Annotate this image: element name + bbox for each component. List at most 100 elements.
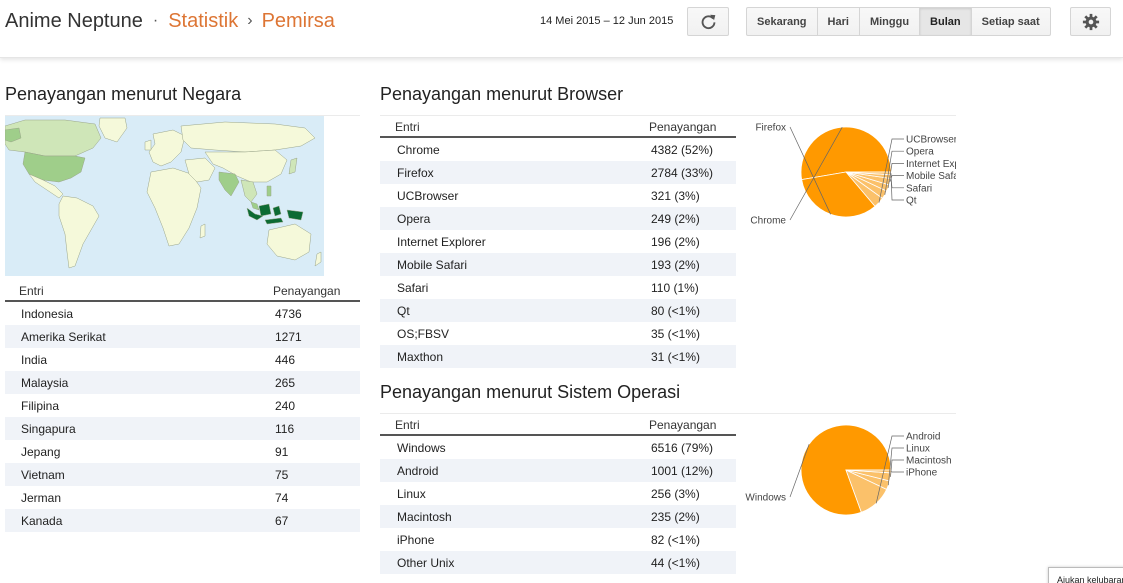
country-row-entry: Amerika Serikat (21, 330, 106, 344)
browser-pie-label: Opera (906, 147, 934, 158)
range-button-2[interactable]: Minggu (859, 7, 921, 36)
browser-row-views: 2784 (33%) (651, 166, 714, 180)
os-row-entry: Linux (397, 487, 426, 501)
browser-row-entry: Safari (397, 281, 429, 295)
browser-row-views: 249 (2%) (651, 212, 700, 226)
browser-table-row: Mobile Safari 193 (2%) (380, 253, 736, 276)
browser-section-title: Penayangan menurut Browser (380, 84, 624, 104)
country-row-views: 67 (275, 514, 289, 528)
country-row-views: 240 (275, 399, 296, 413)
country-row-views: 75 (275, 468, 289, 482)
country-col-views: Penayangan (273, 284, 341, 298)
browser-row-entry: Qt (397, 304, 410, 318)
os-col-entry: Entri (395, 418, 420, 432)
range-button-4[interactable]: Setiap saat (971, 7, 1051, 36)
os-row-views: 1001 (12%) (651, 464, 714, 478)
country-row-entry: Malaysia (21, 376, 69, 390)
browser-pie-label: Safari (906, 183, 932, 194)
country-row-views: 74 (275, 491, 289, 505)
blog-name-link[interactable]: Anime Neptune (5, 10, 143, 32)
os-row-views: 6516 (79%) (651, 441, 714, 455)
browser-table-header: Entri Penayangan (380, 116, 736, 138)
country-table-row: Kanada 67 (5, 509, 360, 532)
country-table-row: India 446 (5, 348, 360, 371)
browser-row-views: 110 (1%) (651, 281, 699, 295)
os-table-row: Macintosh 235 (2%) (380, 505, 736, 528)
browser-row-entry: Mobile Safari (397, 258, 468, 272)
browser-row-views: 4382 (52%) (651, 143, 714, 157)
country-table-row: Amerika Serikat 1271 (5, 325, 360, 348)
country-row-views: 4736 (275, 307, 302, 321)
breadcrumb-dot: · (152, 12, 159, 29)
range-button-0[interactable]: Sekarang (746, 7, 818, 36)
browser-row-entry: Firefox (397, 166, 434, 180)
country-row-views: 446 (275, 353, 296, 367)
browser-col-views: Penayangan (649, 120, 717, 134)
country-row-views: 116 (275, 422, 295, 436)
breadcrumb-chevron: › (247, 12, 253, 29)
browser-row-views: 80 (<1%) (651, 304, 701, 318)
breadcrumb-audience: Pemirsa (261, 10, 335, 32)
os-row-entry: Windows (397, 441, 446, 455)
country-row-entry: Kanada (21, 514, 63, 528)
browser-table-row: Firefox 2784 (33%) (380, 161, 736, 184)
country-table-row: Vietnam 75 (5, 463, 360, 486)
browser-row-entry: Opera (397, 212, 431, 226)
browser-row-views: 193 (2%) (651, 258, 700, 272)
os-pie-label: iPhone (906, 468, 938, 479)
browser-row-entry: Maxthon (397, 350, 444, 364)
browser-table-row: Chrome 4382 (52%) (380, 138, 736, 161)
range-button-3[interactable]: Bulan (920, 7, 972, 36)
country-row-views: 91 (275, 445, 289, 459)
refresh-button[interactable] (687, 7, 729, 36)
browser-table-row: OS;FBSV 35 (<1%) (380, 322, 736, 345)
browser-pie-label: Qt (906, 196, 917, 207)
country-row-entry: Singapura (21, 422, 76, 436)
browser-pie-label: Firefox (755, 123, 786, 134)
country-table-row: Singapura 116 (5, 417, 360, 440)
browser-table-row: UCBrowser 321 (3%) (380, 184, 736, 207)
os-pie-label: Windows (745, 493, 786, 504)
country-row-entry: Jerman (21, 491, 62, 505)
country-table-header: Entri Penayangan (5, 280, 360, 302)
os-table-header: Entri Penayangan (380, 414, 736, 436)
browser-table-row: Maxthon 31 (<1%) (380, 345, 736, 368)
os-pie-chart[interactable]: Windows AndroidLinuxMacintoshiPhone (736, 414, 956, 524)
country-table: Entri Penayangan Indonesia 4736 Amerika Se… (5, 280, 360, 532)
browser-pie-label: Chrome (750, 216, 786, 227)
browser-row-entry: UCBrowser (397, 189, 459, 203)
browser-row-views: 35 (<1%) (651, 327, 701, 341)
browser-pie-chart[interactable]: Chrome Firefox UCBrowserOperaInternet Expl… (736, 116, 956, 230)
range-button-1[interactable]: Hari (817, 7, 860, 36)
settings-button[interactable] (1070, 7, 1111, 36)
os-col-views: Penayangan (649, 418, 717, 432)
feedback-button[interactable]: Ajukan kelubaran (1048, 567, 1123, 583)
browser-row-entry: Chrome (397, 143, 440, 157)
os-pie-label: Linux (906, 444, 930, 455)
os-pie-label: Macintosh (906, 456, 952, 467)
os-pie-leader (890, 459, 904, 477)
os-pie-label: Android (906, 432, 940, 443)
country-row-entry: Indonesia (21, 307, 74, 321)
browser-row-views: 31 (<1%) (651, 350, 701, 364)
world-map[interactable] (5, 116, 324, 276)
browser-col-entry: Entri (395, 120, 420, 134)
os-section-title: Penayangan menurut Sistem Operasi (380, 382, 681, 402)
country-table-row: Filipina 240 (5, 394, 360, 417)
world-map-graphic (5, 117, 322, 269)
os-row-entry: iPhone (397, 533, 435, 547)
country-table-row: Jerman 74 (5, 486, 360, 509)
country-table-row: Malaysia 265 (5, 371, 360, 394)
breadcrumb-stats-link[interactable]: Statistik (168, 10, 238, 32)
country-row-entry: India (21, 353, 48, 367)
os-table-row: Android 1001 (12%) (380, 459, 736, 482)
country-col-entry: Entri (19, 284, 44, 298)
browser-pie-label: UCBrowser (906, 135, 956, 146)
browser-table-row: Safari 110 (1%) (380, 276, 736, 299)
country-table-row: Indonesia 4736 (5, 302, 360, 325)
country-row-entry: Vietnam (21, 468, 65, 482)
browser-row-entry: Internet Explorer (397, 235, 486, 249)
os-table: Entri Penayangan Windows 6516 (79%) Androi… (380, 414, 736, 574)
os-table-row: iPhone 82 (<1%) (380, 528, 736, 551)
breadcrumb: Anime Neptune · Statistik › Pemirsa (5, 10, 335, 33)
